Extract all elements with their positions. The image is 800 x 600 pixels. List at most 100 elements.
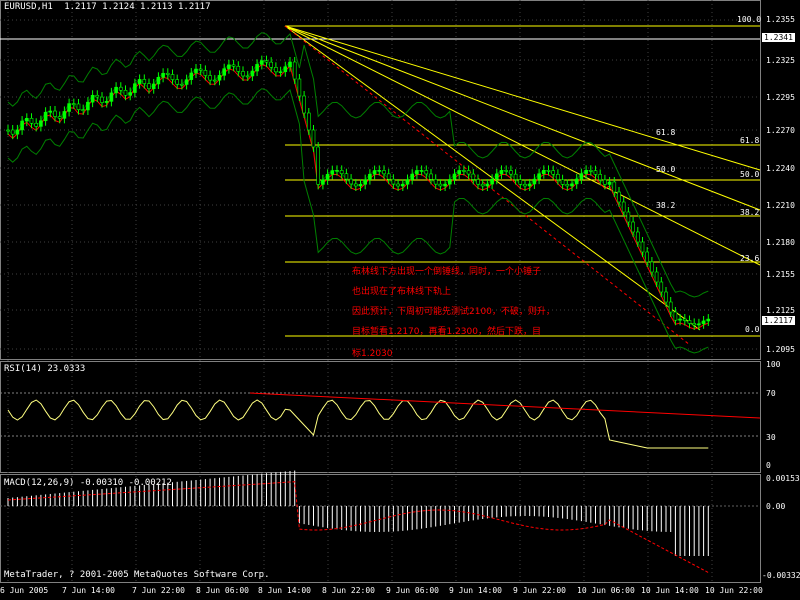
candle-body <box>598 174 603 181</box>
candle-body <box>485 183 490 187</box>
candle-body <box>48 110 53 113</box>
time-tick: 8 Jun 06:00 <box>196 586 249 595</box>
price-tick: 1.2180 <box>766 238 795 247</box>
candle-body <box>213 79 217 82</box>
candle-body <box>509 170 513 175</box>
candle-body <box>678 318 682 321</box>
candle-body <box>34 122 39 127</box>
candle-body <box>480 183 485 187</box>
candle-body <box>311 129 316 148</box>
candle-body <box>424 170 429 175</box>
candle-body <box>147 83 151 89</box>
candle-body <box>612 181 617 193</box>
candle-body <box>95 94 100 98</box>
candle-body <box>255 64 259 72</box>
candle-body <box>476 179 480 185</box>
time-tick: 10 Jun 22:00 <box>705 586 763 595</box>
fib-label-100: 100.0 <box>737 15 762 24</box>
candle-body <box>259 60 264 65</box>
candle-body <box>438 183 443 187</box>
candle-body <box>382 170 386 175</box>
candle-body <box>447 179 452 185</box>
candle-body <box>227 64 231 69</box>
candle-body <box>353 183 358 187</box>
candle-body <box>499 170 504 175</box>
price-tick: 1.2210 <box>766 201 795 210</box>
candle-body <box>372 170 377 175</box>
candle-body <box>405 179 410 185</box>
price-tick: 1.2270 <box>766 126 795 135</box>
candle-body <box>151 83 156 89</box>
candle-body <box>443 183 447 187</box>
candle-body <box>10 129 15 135</box>
candle-body <box>415 170 419 175</box>
candle-body <box>452 173 457 180</box>
candle-body <box>90 94 95 103</box>
candle-body <box>541 170 546 175</box>
candle-body <box>429 173 433 180</box>
candle-body <box>687 320 692 324</box>
candle-body <box>490 178 494 185</box>
candle-body <box>330 170 335 175</box>
candle-body <box>274 67 278 73</box>
ohlc-values: 1.2117 1.2124 1.2113 1.2117 <box>64 2 211 12</box>
candle-body <box>170 74 175 80</box>
macd-tick: 0.00153 <box>766 474 800 483</box>
candle-body <box>588 170 593 172</box>
candle-body <box>518 179 523 185</box>
candle-body <box>57 116 62 119</box>
candle-body <box>513 173 518 180</box>
time-tick: 9 Jun 14:00 <box>449 586 502 595</box>
candle-body <box>504 170 509 172</box>
candle-body <box>626 211 631 223</box>
candle-body <box>222 68 226 76</box>
candle-body <box>631 221 635 233</box>
candle-body <box>523 183 527 187</box>
candle-body <box>386 173 391 180</box>
candle-body <box>166 72 170 75</box>
candle-body <box>269 61 274 68</box>
candle-body <box>664 291 668 303</box>
candle-body <box>607 181 612 185</box>
candle-body <box>621 201 626 213</box>
fib-label-23-6: 23.6 <box>740 254 760 263</box>
candle-body <box>377 170 382 172</box>
candle-body <box>288 61 292 68</box>
candle-body <box>264 60 269 63</box>
candle-body <box>551 170 556 175</box>
candle-body <box>321 179 325 185</box>
price-tick: 1.2355 <box>766 15 795 24</box>
candle-body <box>668 301 673 313</box>
candle-body <box>527 183 532 187</box>
candle-body <box>640 241 645 253</box>
candle-body <box>635 231 640 243</box>
candle-body <box>67 103 71 112</box>
price-tick: 1.2295 <box>766 93 795 102</box>
candle-body <box>24 117 29 122</box>
candle-body <box>180 83 184 86</box>
candle-body <box>579 173 584 180</box>
time-tick: 7 Jun 22:00 <box>132 586 185 595</box>
rsi-tick: 30 <box>766 433 776 442</box>
annotation-line-3: 因此预计，下周初可能先测试2100，不破，则升， <box>352 307 555 317</box>
price-tick: 1.2240 <box>766 164 795 173</box>
candle-body <box>86 101 90 111</box>
rsi-trendline <box>249 392 761 419</box>
candle-body <box>114 86 118 94</box>
candle-body <box>6 129 10 132</box>
fib-label-50: 50.0 <box>656 165 676 174</box>
candle-body <box>283 66 288 73</box>
time-tick: 8 Jun 14:00 <box>258 586 311 595</box>
candle-body <box>574 178 579 185</box>
candle-body <box>250 70 255 77</box>
symbol-label: EURUSD,H1 <box>4 2 53 12</box>
candle-body <box>302 95 306 114</box>
price-tick: 1.2125 <box>766 306 795 315</box>
macd-tick: -0.00332 <box>762 571 800 580</box>
candle-body <box>617 191 621 203</box>
rsi-tick: 0 <box>766 461 771 470</box>
candle-body <box>217 75 222 81</box>
candle-body <box>396 183 400 187</box>
time-tick: 10 Jun 06:00 <box>577 586 635 595</box>
candle-body <box>62 111 67 119</box>
